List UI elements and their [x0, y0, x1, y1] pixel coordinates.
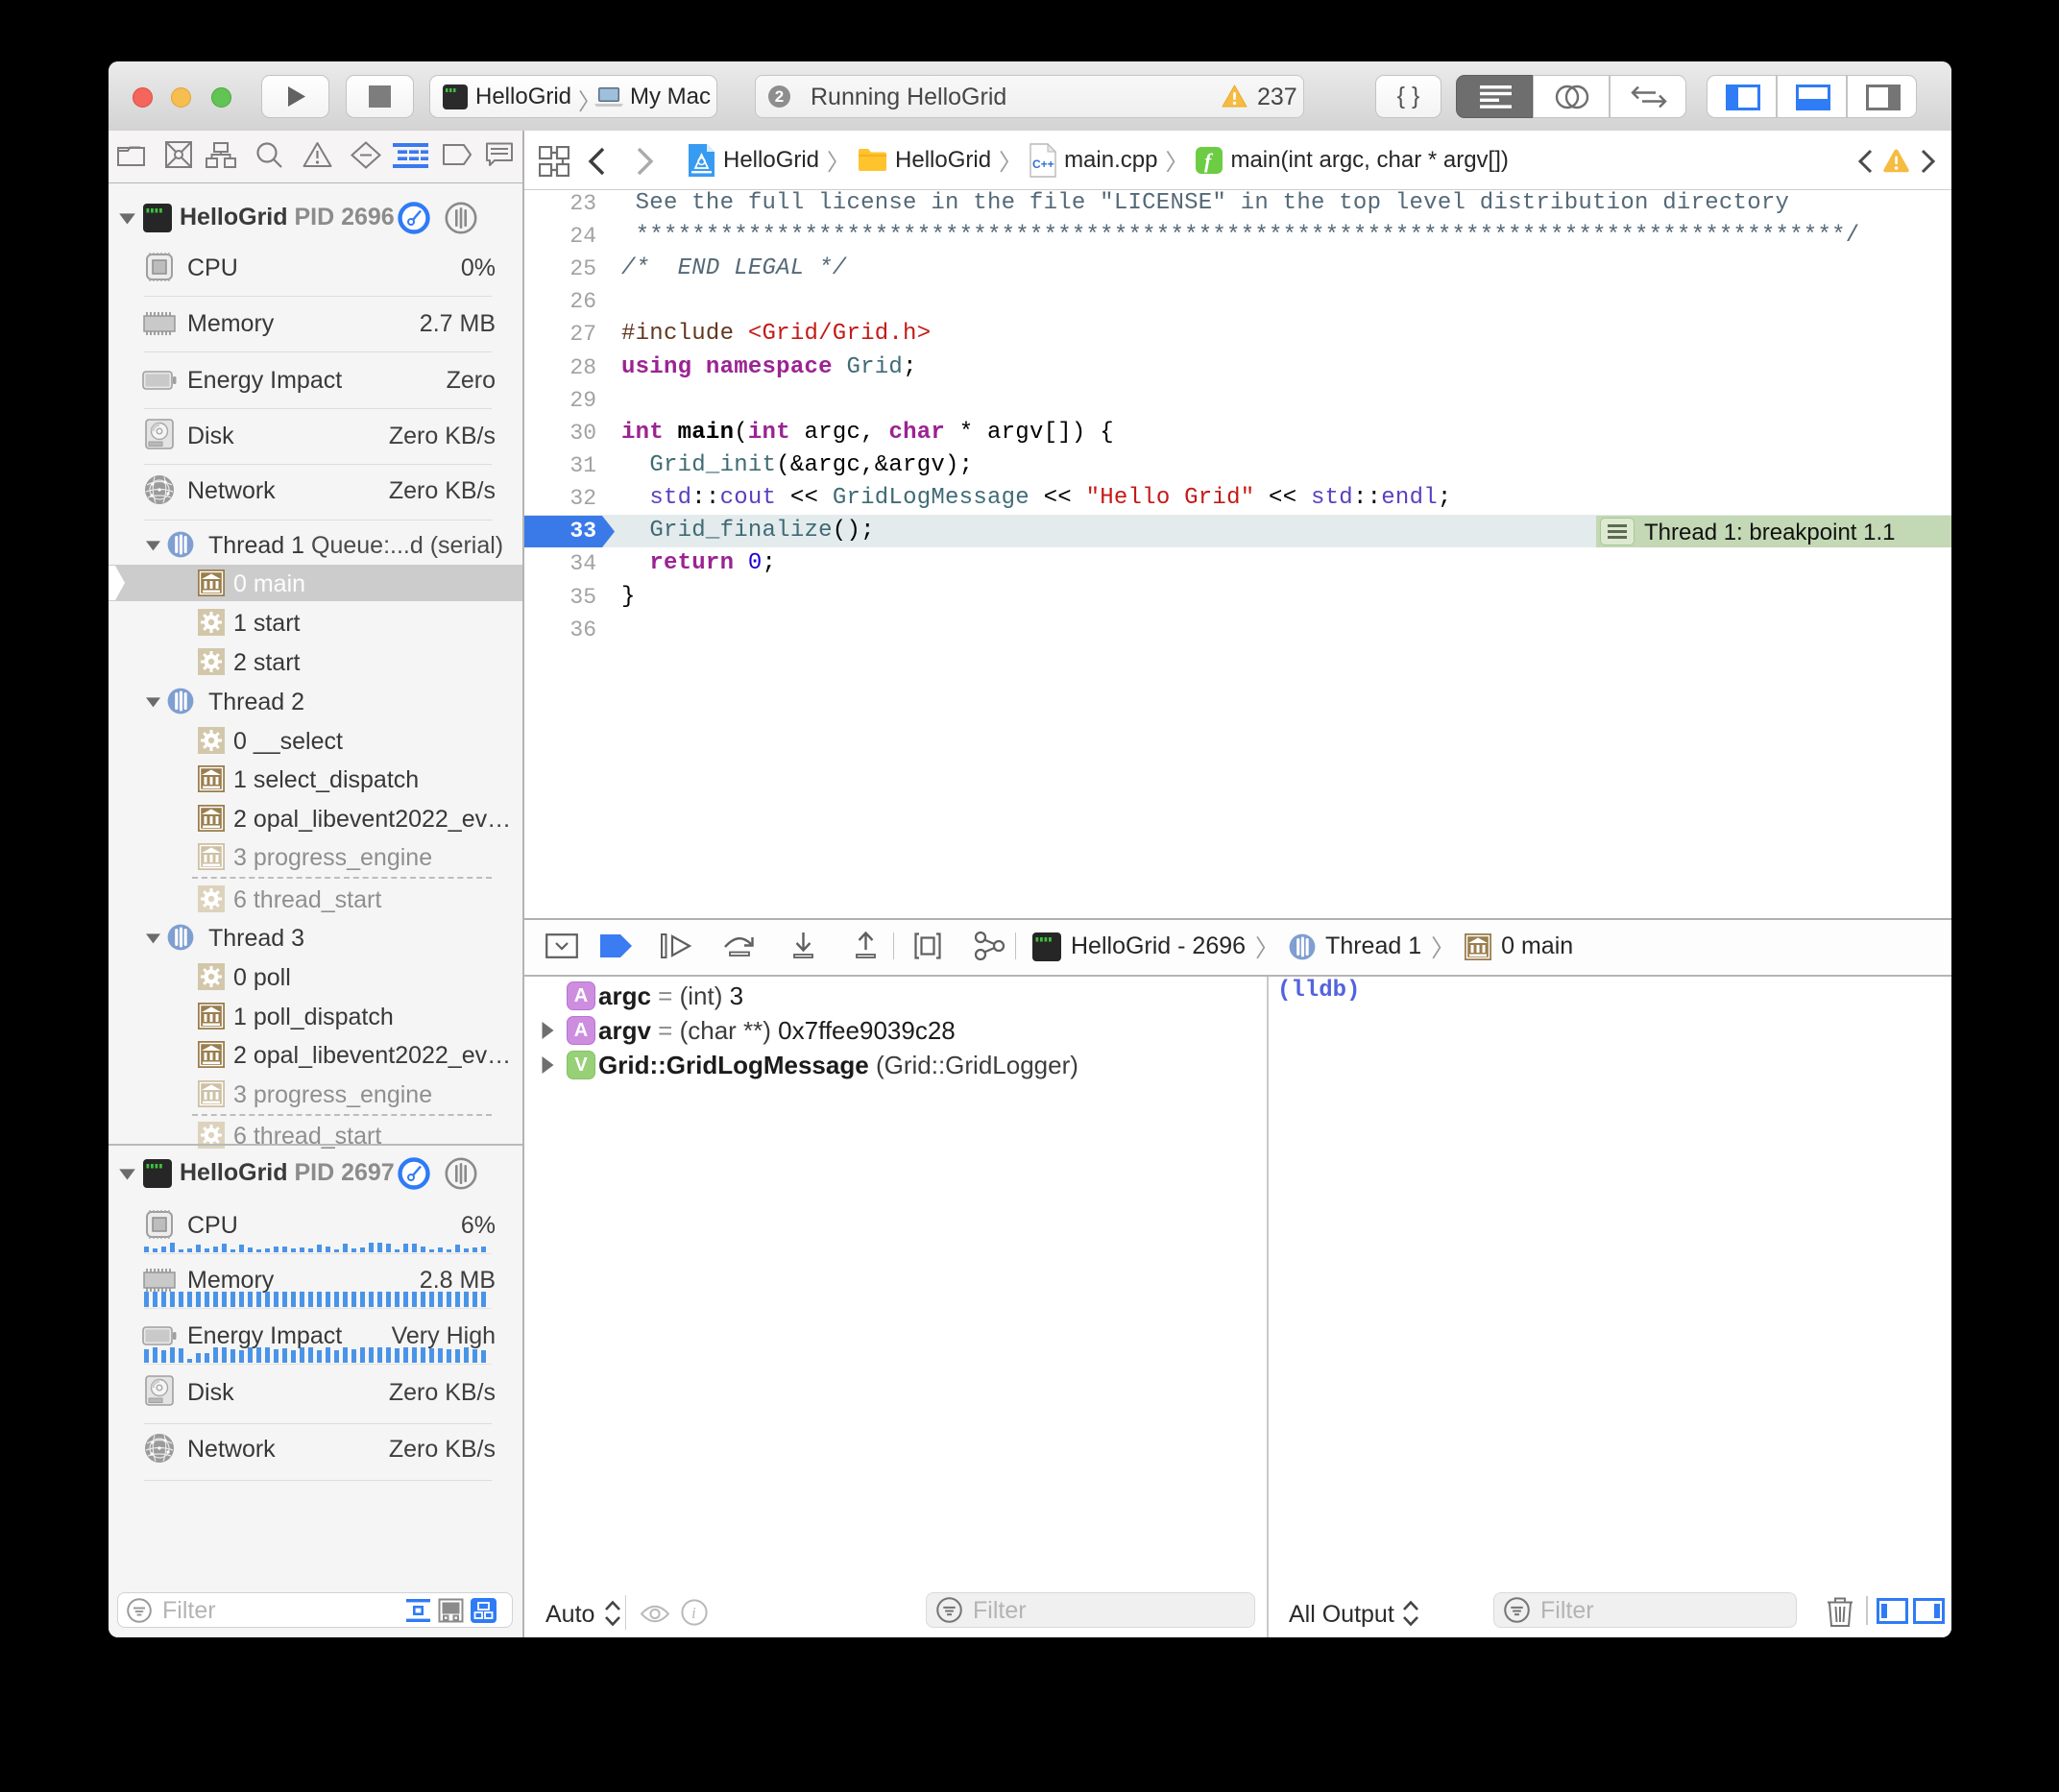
svg-text:i: i — [691, 1604, 696, 1622]
svg-text:C++: C++ — [1032, 157, 1054, 171]
